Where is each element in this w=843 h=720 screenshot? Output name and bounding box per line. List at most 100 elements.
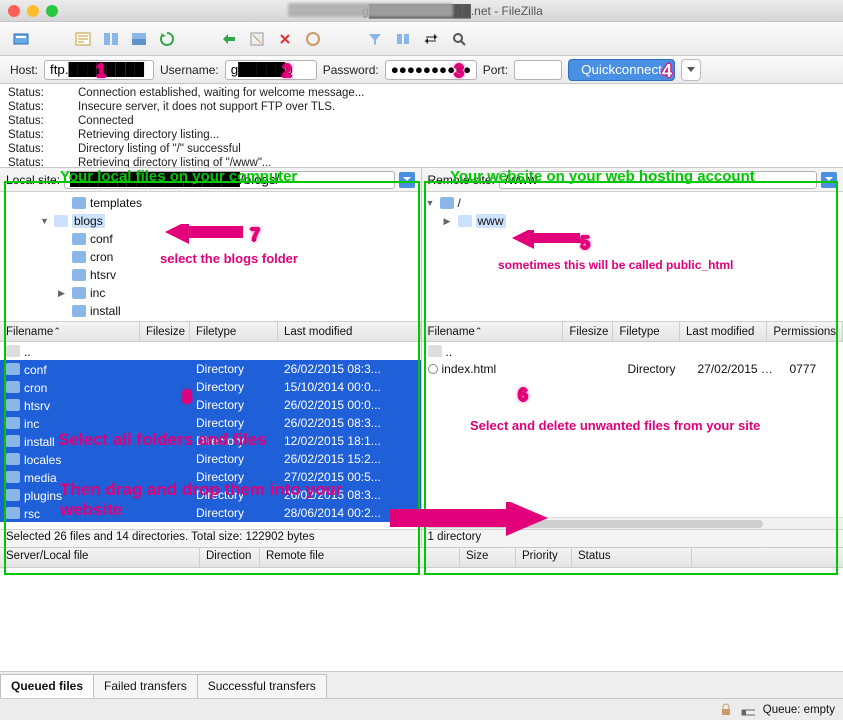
- radio-icon: [428, 364, 438, 374]
- cell-lastmod: 12/02/2015 18:1...: [278, 434, 398, 448]
- queue-col[interactable]: Status: [572, 548, 692, 567]
- tree-row[interactable]: install: [4, 302, 417, 320]
- reconnect-icon[interactable]: [302, 28, 324, 50]
- folder-icon: [6, 435, 20, 447]
- folder-icon: [72, 287, 86, 299]
- table-row[interactable]: confDirectory26/02/2015 08:3...: [0, 360, 421, 378]
- tree-twisty[interactable]: ▶: [444, 216, 454, 227]
- quickconnect-bar: Host: Username: Password: Port: Quickcon…: [0, 56, 843, 84]
- tree-row[interactable]: ▶ inc: [4, 284, 417, 302]
- disconnect-icon[interactable]: [274, 28, 296, 50]
- site-manager-icon[interactable]: [10, 28, 32, 50]
- zoom-window-button[interactable]: [46, 5, 58, 17]
- table-row[interactable]: localesDirectory26/02/2015 15:2...: [0, 450, 421, 468]
- folder-icon: [6, 489, 20, 501]
- queue-tab[interactable]: Successful transfers: [197, 674, 327, 698]
- queue-body[interactable]: [0, 568, 843, 672]
- col-filename[interactable]: Filename: [422, 322, 564, 341]
- folder-icon: [6, 381, 20, 393]
- filter-icon[interactable]: [364, 28, 386, 50]
- tree-row[interactable]: htsrv: [4, 266, 417, 284]
- table-row[interactable]: cronDirectory15/10/2014 00:0...: [0, 378, 421, 396]
- close-window-button[interactable]: [8, 5, 20, 17]
- tree-label: htsrv: [90, 268, 116, 282]
- table-row[interactable]: htsrvDirectory26/02/2015 00:0...: [0, 396, 421, 414]
- cell-filename: locales: [0, 452, 140, 467]
- refresh-icon[interactable]: [156, 28, 178, 50]
- cell-lastmod: 26/02/2015 15:2...: [278, 452, 398, 466]
- queue-col[interactable]: Direction: [200, 548, 260, 567]
- message-log[interactable]: Status:Connection established, waiting f…: [0, 84, 843, 168]
- annotation-number-8: 8: [182, 387, 192, 408]
- queue-col[interactable]: Remote file: [260, 548, 460, 567]
- col-filesize[interactable]: Filesize: [563, 322, 613, 341]
- port-input[interactable]: [514, 60, 562, 80]
- local-list-header: Filename Filesize Filetype Last modified: [0, 322, 421, 342]
- toggle-tree-icon[interactable]: [100, 28, 122, 50]
- search-icon[interactable]: [448, 28, 470, 50]
- toggle-queue-icon[interactable]: [128, 28, 150, 50]
- col-filetype[interactable]: Filetype: [613, 322, 680, 341]
- tree-row[interactable]: ▶ www: [426, 212, 840, 230]
- process-queue-icon[interactable]: [218, 28, 240, 50]
- remote-panel: Remote site: ▼ /▶ www Filename Filesize …: [422, 168, 843, 547]
- cell-filename: inc: [0, 416, 140, 431]
- tree-twisty[interactable]: ▼: [40, 216, 50, 226]
- col-lastmod[interactable]: Last modified: [680, 322, 767, 341]
- lock-icon: [719, 703, 733, 717]
- col-filetype[interactable]: Filetype: [190, 322, 278, 341]
- queue-tab[interactable]: Queued files: [0, 674, 94, 698]
- annotation-arrow-drag: [390, 502, 550, 542]
- tree-twisty[interactable]: ▶: [58, 288, 68, 299]
- user-label: Username:: [160, 63, 219, 77]
- tree-twisty[interactable]: ▼: [426, 198, 436, 208]
- up-icon: [428, 345, 442, 357]
- tree-label: /: [458, 196, 461, 210]
- username-input[interactable]: [225, 60, 317, 80]
- log-label: Status:: [8, 156, 68, 168]
- toggle-log-icon[interactable]: [72, 28, 94, 50]
- folder-icon: [6, 507, 20, 519]
- cell-filetype: Directory: [190, 398, 278, 412]
- annotation-local-title: Your local files on your computer: [60, 168, 297, 185]
- redaction-title: [288, 3, 453, 17]
- queue-col[interactable]: Size: [460, 548, 516, 567]
- tree-label: cron: [90, 250, 113, 264]
- folder-icon: [6, 363, 20, 375]
- local-site-label: Local site:: [6, 173, 60, 187]
- remote-tree[interactable]: ▼ /▶ www: [422, 192, 843, 322]
- queue-col[interactable]: Priority: [516, 548, 572, 567]
- toolbar: [0, 22, 843, 56]
- folder-icon: [440, 197, 454, 209]
- minimize-window-button[interactable]: [27, 5, 39, 17]
- col-permissions[interactable]: Permissions: [767, 322, 843, 341]
- tree-row[interactable]: ▼ /: [426, 194, 840, 212]
- sync-browse-icon[interactable]: [420, 28, 442, 50]
- cell-lastmod: 15/10/2014 00:0...: [278, 380, 398, 394]
- quickconnect-button[interactable]: Quickconnect: [568, 59, 675, 81]
- col-lastmod[interactable]: Last modified: [278, 322, 421, 341]
- queue-col[interactable]: Server/Local file: [0, 548, 200, 567]
- folder-icon: [72, 305, 86, 317]
- table-row[interactable]: index.htmlDirectory27/02/2015 1...0777: [422, 360, 843, 378]
- cancel-icon[interactable]: [246, 28, 268, 50]
- annotation-drag: Then drag and drop them into your websit…: [60, 480, 360, 520]
- col-filename[interactable]: Filename: [0, 322, 140, 341]
- tree-row[interactable]: templates: [4, 194, 417, 212]
- table-row[interactable]: ..: [422, 342, 843, 360]
- col-filesize[interactable]: Filesize: [140, 322, 190, 341]
- log-label: Status:: [8, 86, 68, 100]
- queue-tab[interactable]: Failed transfers: [93, 674, 198, 698]
- compare-icon[interactable]: [392, 28, 414, 50]
- annotation-number-1: 1: [96, 61, 106, 82]
- tree-label: blogs: [72, 214, 105, 228]
- log-message: Insecure server, it does not support FTP…: [78, 100, 335, 114]
- folder-icon: [72, 233, 86, 245]
- quickconnect-history-button[interactable]: [681, 59, 701, 81]
- local-site-dropdown[interactable]: [399, 172, 415, 188]
- table-row[interactable]: ..: [0, 342, 421, 360]
- cell-lastmod: 26/02/2015 08:3...: [278, 362, 398, 376]
- tree-label: conf: [90, 232, 113, 246]
- annotation-public-html: sometimes this will be called public_htm…: [498, 258, 733, 272]
- remote-site-dropdown[interactable]: [821, 172, 837, 188]
